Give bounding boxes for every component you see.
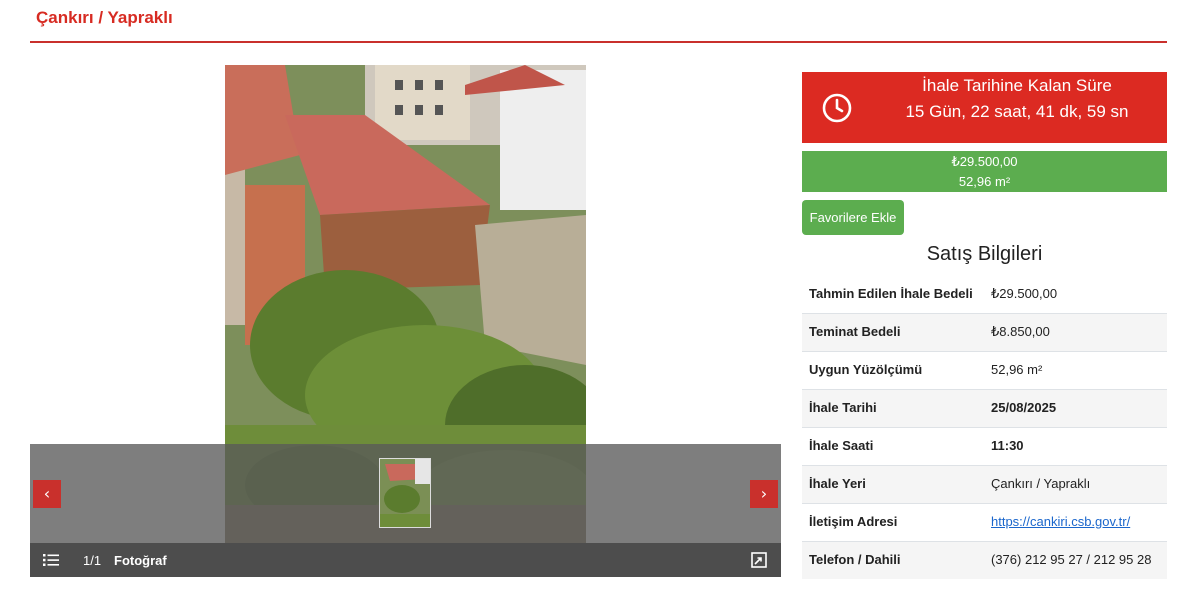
- list-icon[interactable]: [43, 553, 59, 567]
- table-row: İhale Saati 11:30: [802, 427, 1167, 466]
- sale-info-table: Tahmin Edilen İhale Bedeli ₺29.500,00 Te…: [802, 276, 1167, 579]
- row-value: 25/08/2025: [984, 389, 1167, 428]
- table-row: Teminat Bedeli ₺8.850,00: [802, 313, 1167, 352]
- photo-caption: Fotoğraf: [114, 553, 167, 568]
- row-value: (376) 212 95 27 / 212 95 28: [984, 541, 1167, 579]
- row-key: Tahmin Edilen İhale Bedeli: [809, 286, 973, 301]
- table-row: Telefon / Dahili (376) 212 95 27 / 212 9…: [802, 541, 1167, 579]
- row-key: Teminat Bedeli: [802, 313, 984, 352]
- table-row: Uygun Yüzölçümü 52,96 m²: [802, 351, 1167, 390]
- chevron-right-icon: ›: [760, 484, 768, 503]
- row-key: Telefon / Dahili: [802, 541, 984, 579]
- table-row: İhale Yeri Çankırı / Yapraklı: [802, 465, 1167, 504]
- row-value: 11:30: [984, 427, 1167, 466]
- previous-photo-button[interactable]: ‹: [33, 480, 61, 508]
- table-row: İhale Tarihi 25/08/2025: [802, 389, 1167, 428]
- price-summary: ₺29.500,00 52,96 m²: [802, 151, 1167, 192]
- contact-address-link[interactable]: https://cankiri.csb.gov.tr/: [991, 514, 1130, 529]
- row-value: Çankırı / Yapraklı: [984, 465, 1167, 504]
- sale-info-title: Satış Bilgileri: [926, 243, 1043, 265]
- row-key: İhale Yeri: [802, 465, 984, 504]
- gallery-toolbar: 1/1 Fotoğraf: [30, 543, 781, 577]
- countdown-value: 15 Gün, 22 saat, 41 dk, 59 sn: [905, 102, 1129, 121]
- chevron-left-icon: ‹: [43, 484, 51, 503]
- row-key: İhale Tarihi: [802, 389, 984, 428]
- table-row: Tahmin Edilen İhale Bedeli ₺29.500,00: [802, 276, 1167, 314]
- row-key: İletişim Adresi: [802, 503, 984, 542]
- photo-counter: 1/1: [83, 553, 102, 568]
- thumbnail-strip: [30, 444, 781, 543]
- expand-icon[interactable]: [751, 552, 767, 568]
- row-value: 52,96 m²: [984, 351, 1167, 390]
- title-divider: [30, 41, 1167, 43]
- add-to-favorites-button[interactable]: Favorilere Ekle: [802, 200, 904, 235]
- page-title: Çankırı / Yapraklı: [36, 8, 173, 27]
- auction-countdown: İhale Tarihine Kalan Süre 15 Gün, 22 saa…: [802, 72, 1167, 143]
- row-value: ₺8.850,00: [984, 313, 1167, 352]
- next-photo-button[interactable]: ›: [750, 480, 778, 508]
- clock-icon: [822, 93, 852, 123]
- countdown-title: İhale Tarihine Kalan Süre: [922, 76, 1112, 95]
- photo-gallery: ‹ › 1/1 Fotoğraf: [30, 65, 781, 577]
- price-area: 52,96 m²: [958, 174, 1011, 189]
- table-row: İletişim Adresi https://cankiri.csb.gov.…: [802, 503, 1167, 542]
- row-key: Uygun Yüzölçümü: [802, 351, 984, 390]
- row-value: https://cankiri.csb.gov.tr/: [984, 503, 1167, 542]
- row-value: ₺29.500,00: [991, 286, 1058, 301]
- photo-thumbnail[interactable]: [379, 458, 431, 528]
- price-amount: ₺29.500,00: [951, 154, 1018, 169]
- row-key: İhale Saati: [802, 427, 984, 466]
